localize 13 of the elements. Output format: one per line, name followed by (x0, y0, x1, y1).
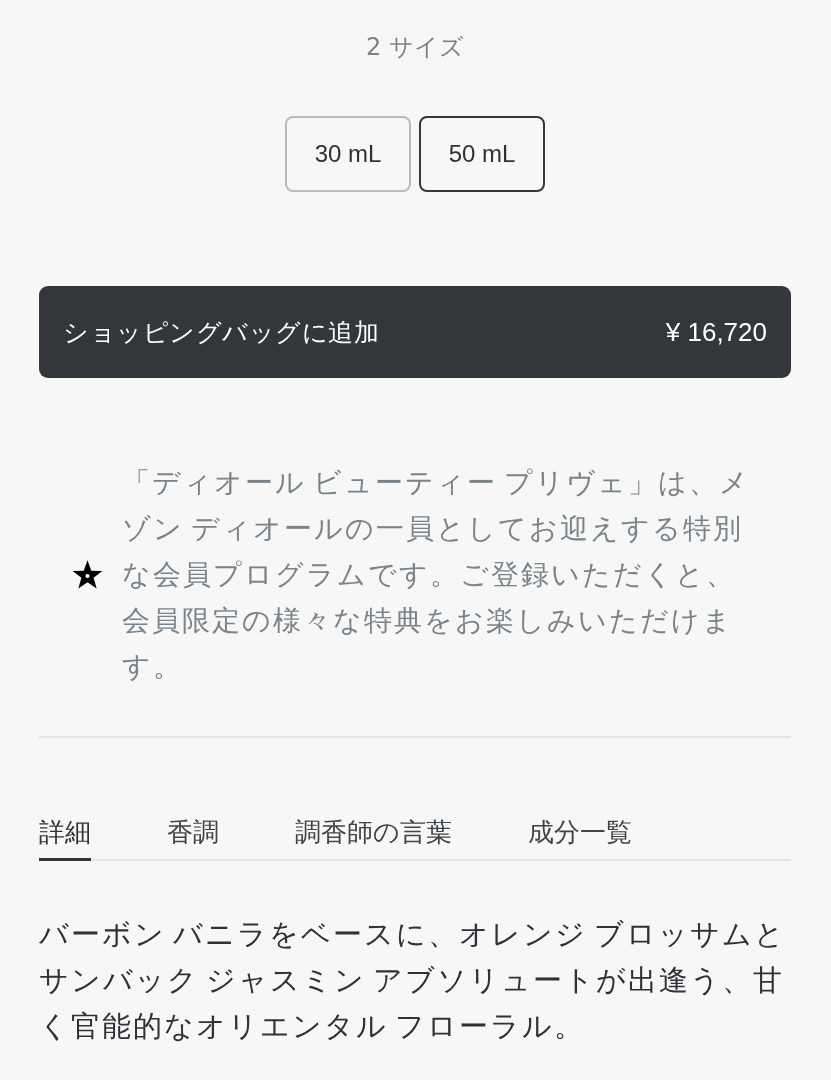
tab[interactable]: 調香師の言葉 (295, 814, 452, 861)
tab[interactable]: 成分一覧 (528, 814, 632, 861)
size-count-label: 2 サイズ (366, 32, 464, 63)
size-option[interactable]: 30 mL (285, 116, 411, 192)
add-to-bag-label: ショッピングバッグに追加 (63, 316, 379, 348)
description-text: バーボン バニラをベースに、オレンジ ブロッサムとサンバック ジャスミン アブソリュートが出逢う、甘く官能的なオリエンタル フローラル。 (39, 916, 788, 1045)
size-option[interactable]: 50 mL (419, 116, 545, 192)
price-label: ¥ 16,720 (665, 316, 767, 348)
star-icon (72, 560, 103, 590)
add-to-bag-button[interactable]: ショッピングバッグに追加 ¥ 16,720 (39, 286, 791, 378)
tab[interactable]: 香調 (167, 814, 219, 861)
tab[interactable]: 詳細 (39, 814, 91, 861)
membership-text: 「ディオール ビューティー プリヴェ」は、メゾン ディオールの一員としてお迎えする特別な会員プログラムです。ご登録いただくと、会員限定の様々な特典をお楽しみいただけます。 (122, 465, 751, 685)
